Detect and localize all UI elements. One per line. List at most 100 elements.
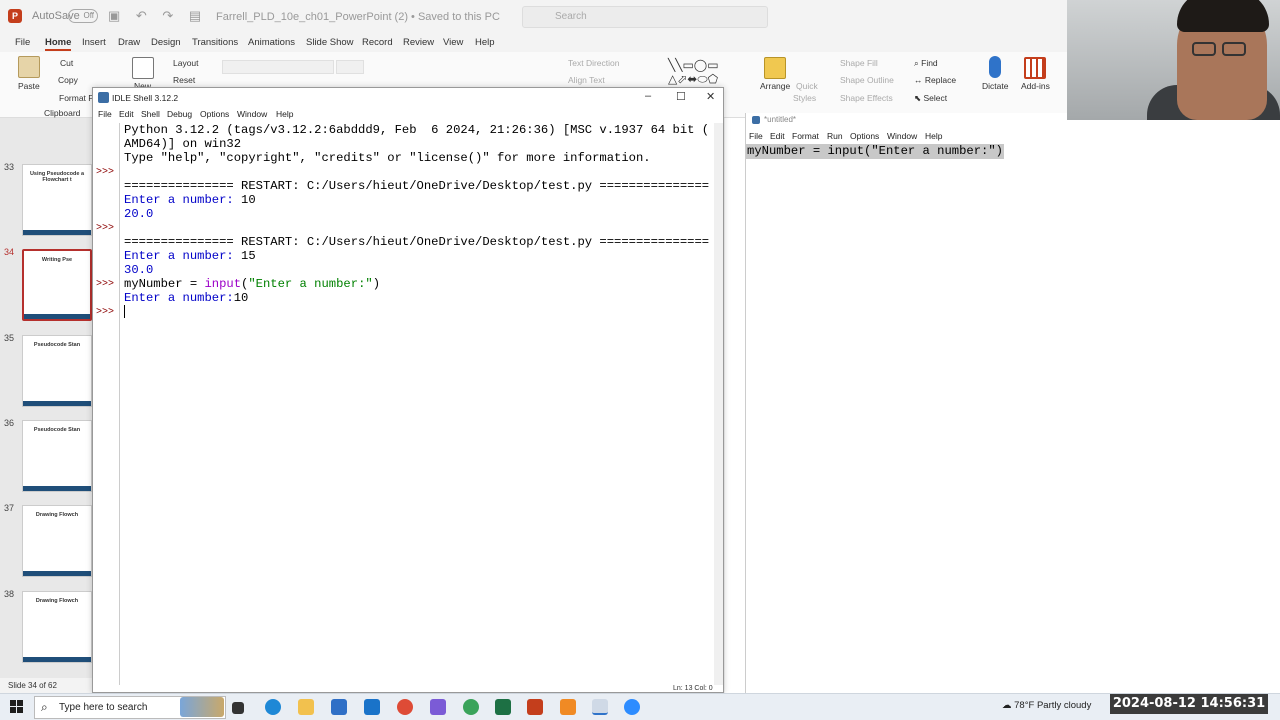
new-slide-icon[interactable] — [132, 57, 154, 79]
chrome-icon[interactable] — [397, 699, 413, 715]
ppt-search-box[interactable]: Search — [522, 6, 768, 28]
editor-menu-run[interactable]: Run — [827, 131, 843, 141]
shell-output: Enter a number: — [124, 193, 242, 207]
windows-start-icon[interactable] — [10, 700, 24, 714]
python-idle-icon[interactable] — [592, 699, 608, 715]
editor-menu-help[interactable]: Help — [925, 131, 942, 141]
menu-slide-show[interactable]: Slide Show — [306, 37, 354, 48]
close-icon[interactable]: ✕ — [706, 90, 715, 103]
thumb-number: 33 — [4, 162, 15, 172]
excel-icon[interactable] — [495, 699, 511, 715]
idle-menu-shell[interactable]: Shell — [141, 109, 160, 119]
shell-blank-line — [124, 165, 714, 179]
find-button[interactable]: ⌕ Find — [914, 58, 938, 69]
thumb-title: Drawing Flowch — [35, 598, 79, 604]
thumb-number: 38 — [4, 589, 15, 599]
powerpoint-icon[interactable] — [527, 699, 543, 715]
minimize-icon[interactable]: – — [645, 90, 651, 102]
microphone-icon[interactable] — [989, 56, 1001, 78]
editor-menu-options[interactable]: Options — [850, 131, 879, 141]
addins-button[interactable]: Add-ins — [1021, 81, 1050, 91]
menu-help[interactable]: Help — [475, 37, 495, 48]
layout-button[interactable]: Layout — [173, 58, 199, 68]
menu-insert[interactable]: Insert — [82, 37, 106, 48]
teams-icon[interactable] — [430, 699, 446, 715]
webcam-person-hair — [1177, 0, 1269, 32]
quick-styles-button[interactable]: Quick — [796, 81, 818, 91]
paste-button[interactable]: Paste — [18, 81, 40, 91]
slide-thumbnail[interactable]: Pseudocode Stan — [22, 420, 92, 492]
menu-review[interactable]: Review — [403, 37, 434, 48]
menu-transitions[interactable]: Transitions — [192, 37, 238, 48]
arrange-icon[interactable] — [764, 57, 786, 79]
idle-titlebar[interactable]: IDLE Shell 3.12.2 – ☐ ✕ — [93, 88, 723, 107]
app-icon[interactable] — [560, 699, 576, 715]
shell-text-area[interactable]: Python 3.12.2 (tags/v3.12.2:6abddd9, Feb… — [124, 123, 714, 678]
slide-thumbnail[interactable]: Using Pseudocode a Flowchart t — [22, 164, 92, 236]
arrange-button[interactable]: Arrange — [760, 81, 790, 91]
reset-button[interactable]: Reset — [173, 75, 195, 85]
search-highlight-icon[interactable] — [180, 697, 224, 717]
slide-thumbnail[interactable]: Pseudocode Stan — [22, 335, 92, 407]
addins-icon[interactable] — [1024, 57, 1046, 79]
shell-prompt: >>> — [96, 167, 115, 178]
menu-draw[interactable]: Draw — [118, 37, 140, 48]
prompt-gutter: >>> >>> >>> >>> — [93, 123, 120, 685]
chrome-profile-icon[interactable] — [463, 699, 479, 715]
webcam-overlay — [1067, 0, 1280, 120]
shape-outline-button[interactable]: Shape Outline — [840, 75, 894, 85]
idle-menu-file[interactable]: File — [98, 109, 112, 119]
editor-menu-file[interactable]: File — [749, 131, 763, 141]
shell-prompt: >>> — [96, 307, 115, 318]
edge-icon[interactable] — [265, 699, 281, 715]
slide-canvas[interactable] — [725, 118, 745, 693]
cut-button[interactable]: Cut — [60, 58, 73, 68]
paste-icon[interactable] — [18, 56, 40, 78]
idle-shell-window[interactable]: IDLE Shell 3.12.2 – ☐ ✕ File Edit Shell … — [92, 87, 724, 693]
align-text-button[interactable]: Align Text — [568, 75, 605, 85]
idle-menu-help[interactable]: Help — [276, 109, 293, 119]
shape-fill-button[interactable]: Shape Fill — [840, 58, 878, 68]
font-size-select[interactable] — [336, 60, 364, 74]
menu-file[interactable]: File — [15, 37, 30, 48]
shell-line: Enter a number:10 — [124, 291, 714, 305]
menu-home[interactable]: Home — [45, 37, 72, 51]
select-button[interactable]: ⬉ Select — [914, 93, 947, 104]
menu-animations[interactable]: Animations — [248, 37, 295, 48]
shape-effects-button[interactable]: Shape Effects — [840, 93, 893, 103]
editor-menu-window[interactable]: Window — [887, 131, 917, 141]
slide-thumbnail[interactable]: Drawing Flowch — [22, 591, 92, 663]
search-icon: ⌕ — [41, 700, 48, 714]
task-view-icon[interactable] — [232, 702, 244, 714]
file-explorer-icon[interactable] — [298, 699, 314, 715]
editor-menu-format[interactable]: Format — [792, 131, 819, 141]
editor-code-line-selected[interactable]: myNumber = input("Enter a number:") — [746, 144, 1004, 159]
menu-design[interactable]: Design — [151, 37, 181, 48]
menu-record[interactable]: Record — [362, 37, 393, 48]
font-name-select[interactable] — [222, 60, 334, 74]
mail-icon[interactable] — [364, 699, 380, 715]
dictate-button[interactable]: Dictate — [982, 81, 1008, 91]
idle-editor-window[interactable]: *untitled* File Edit Format Run Options … — [745, 113, 1280, 693]
replace-button[interactable]: ↔ Replace — [914, 75, 956, 85]
zoom-icon[interactable] — [624, 699, 640, 715]
autosave-toggle[interactable]: Off — [68, 9, 98, 23]
idle-menu-edit[interactable]: Edit — [119, 109, 134, 119]
thumb-title: Drawing Flowch — [35, 512, 79, 518]
idle-menu-options[interactable]: Options — [200, 109, 229, 119]
quick-access-icons[interactable]: ▣ ↶ ↷ ▤ — [108, 8, 207, 24]
menu-view[interactable]: View — [443, 37, 463, 48]
shell-line: Type "help", "copyright", "credits" or "… — [124, 151, 651, 165]
shell-scrollbar[interactable] — [714, 123, 723, 685]
maximize-icon[interactable]: ☐ — [676, 90, 686, 103]
slide-thumbnail[interactable]: Drawing Flowch — [22, 505, 92, 577]
copy-button[interactable]: Copy — [58, 75, 78, 85]
shell-line: Enter a number: 10 — [124, 193, 714, 207]
slide-thumbnail-selected[interactable]: Writing Pse — [22, 249, 92, 321]
editor-menu-edit[interactable]: Edit — [770, 131, 785, 141]
text-direction-button[interactable]: Text Direction — [568, 58, 620, 68]
weather-widget[interactable]: ☁ 78°F Partly cloudy — [1002, 700, 1091, 711]
idle-menu-debug[interactable]: Debug — [167, 109, 192, 119]
idle-menu-window[interactable]: Window — [237, 109, 267, 119]
store-icon[interactable] — [331, 699, 347, 715]
